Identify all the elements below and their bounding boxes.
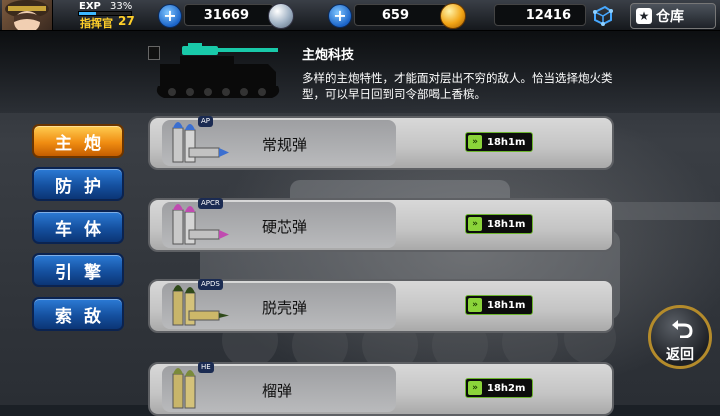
silver-display: 31669 bbox=[184, 4, 274, 26]
shell-type-tag: APCR bbox=[198, 198, 223, 209]
shell-label-panel: APCR 硬芯弹 bbox=[162, 198, 396, 248]
rank-chevron-icon: » bbox=[468, 298, 482, 312]
rank-chevron-icon: » bbox=[468, 381, 482, 395]
timer-text: 18h1m bbox=[487, 299, 526, 311]
gold-amount: 659 bbox=[381, 7, 409, 23]
back-label: 返回 bbox=[666, 347, 694, 363]
shell-row-apcr[interactable]: APCR 硬芯弹 » 18h1m bbox=[148, 198, 614, 252]
rank-chevron-icon: » bbox=[468, 135, 482, 149]
shell-label-panel: APDS 脱壳弹 bbox=[162, 279, 396, 329]
crystal-amount: 12416 bbox=[525, 7, 571, 23]
back-arrow-icon bbox=[672, 320, 693, 338]
shell-name: 硬芯弹 bbox=[262, 218, 308, 236]
tech-description: 多样的主炮特性，才能面对层出不穷的敌人。恰当选择炮火类型，可以早日回到司令部喝上… bbox=[302, 71, 613, 101]
tab-engine[interactable]: 引擎 bbox=[32, 253, 124, 287]
commander-avatar[interactable] bbox=[2, 0, 53, 30]
upgrade-timer: » 18h1m bbox=[465, 295, 533, 315]
timer-text: 18h2m bbox=[487, 382, 526, 394]
shell-row-apds[interactable]: APDS 脱壳弹 » 18h1m bbox=[148, 279, 614, 333]
crystal-cube-icon bbox=[593, 5, 613, 26]
shell-type-tag: APDS bbox=[198, 279, 223, 290]
shell-row-ap[interactable]: AP 常规弹 » 18h1m bbox=[148, 116, 614, 170]
tab-label: 主炮 bbox=[55, 133, 113, 154]
tab-main-gun[interactable]: 主炮 bbox=[32, 124, 124, 158]
silver-amount: 31669 bbox=[203, 7, 249, 23]
timer-text: 18h1m bbox=[487, 136, 526, 148]
rank-chevron-icon: » bbox=[468, 217, 482, 231]
tab-recon[interactable]: 索敌 bbox=[32, 297, 124, 331]
shell-name: 常规弹 bbox=[262, 136, 308, 154]
silver-coin-icon bbox=[268, 3, 294, 29]
upgrade-timer: » 18h1m bbox=[465, 132, 533, 152]
shell-name: 榴弹 bbox=[262, 382, 293, 400]
rank-level: 27 bbox=[118, 14, 135, 28]
shell-label-panel: AP 常规弹 bbox=[162, 116, 396, 166]
back-button[interactable]: 返回 bbox=[648, 305, 712, 369]
top-bar: EXP 33% 指挥官 27 + 31669 + 659 12416 ★ 仓库 bbox=[0, 0, 720, 31]
shell-type-tag: HE bbox=[198, 362, 214, 373]
upgrade-timer: » 18h2m bbox=[465, 378, 533, 398]
tab-label: 引擎 bbox=[55, 262, 113, 283]
add-silver-button[interactable]: + bbox=[158, 4, 182, 28]
tech-title: 主炮科技 bbox=[302, 48, 355, 63]
upgrade-timer: » 18h1m bbox=[465, 214, 533, 234]
depot-button[interactable]: ★ 仓库 bbox=[630, 3, 716, 29]
shell-label-panel: HE 榴弹 bbox=[162, 362, 396, 412]
gold-display: 659 bbox=[354, 4, 448, 26]
depot-label: 仓库 bbox=[656, 9, 684, 25]
timer-text: 18h1m bbox=[487, 218, 526, 230]
gold-coin-icon bbox=[440, 3, 466, 29]
tab-hull[interactable]: 车体 bbox=[32, 210, 124, 244]
shell-row-he[interactable]: HE 榴弹 » 18h2m bbox=[148, 362, 614, 416]
tab-label: 索敌 bbox=[55, 306, 113, 327]
tab-label: 车体 bbox=[55, 219, 113, 240]
add-gold-button[interactable]: + bbox=[328, 4, 352, 28]
shell-name: 脱壳弹 bbox=[262, 299, 308, 317]
star-box-icon: ★ bbox=[636, 8, 652, 24]
rank-label: 指挥官 bbox=[80, 17, 113, 30]
tank-silhouette-icon bbox=[156, 43, 280, 98]
tab-armor[interactable]: 防护 bbox=[32, 167, 124, 201]
tab-label: 防护 bbox=[55, 176, 113, 197]
crystal-display: 12416 bbox=[494, 4, 586, 26]
shell-type-tag: AP bbox=[198, 116, 214, 127]
